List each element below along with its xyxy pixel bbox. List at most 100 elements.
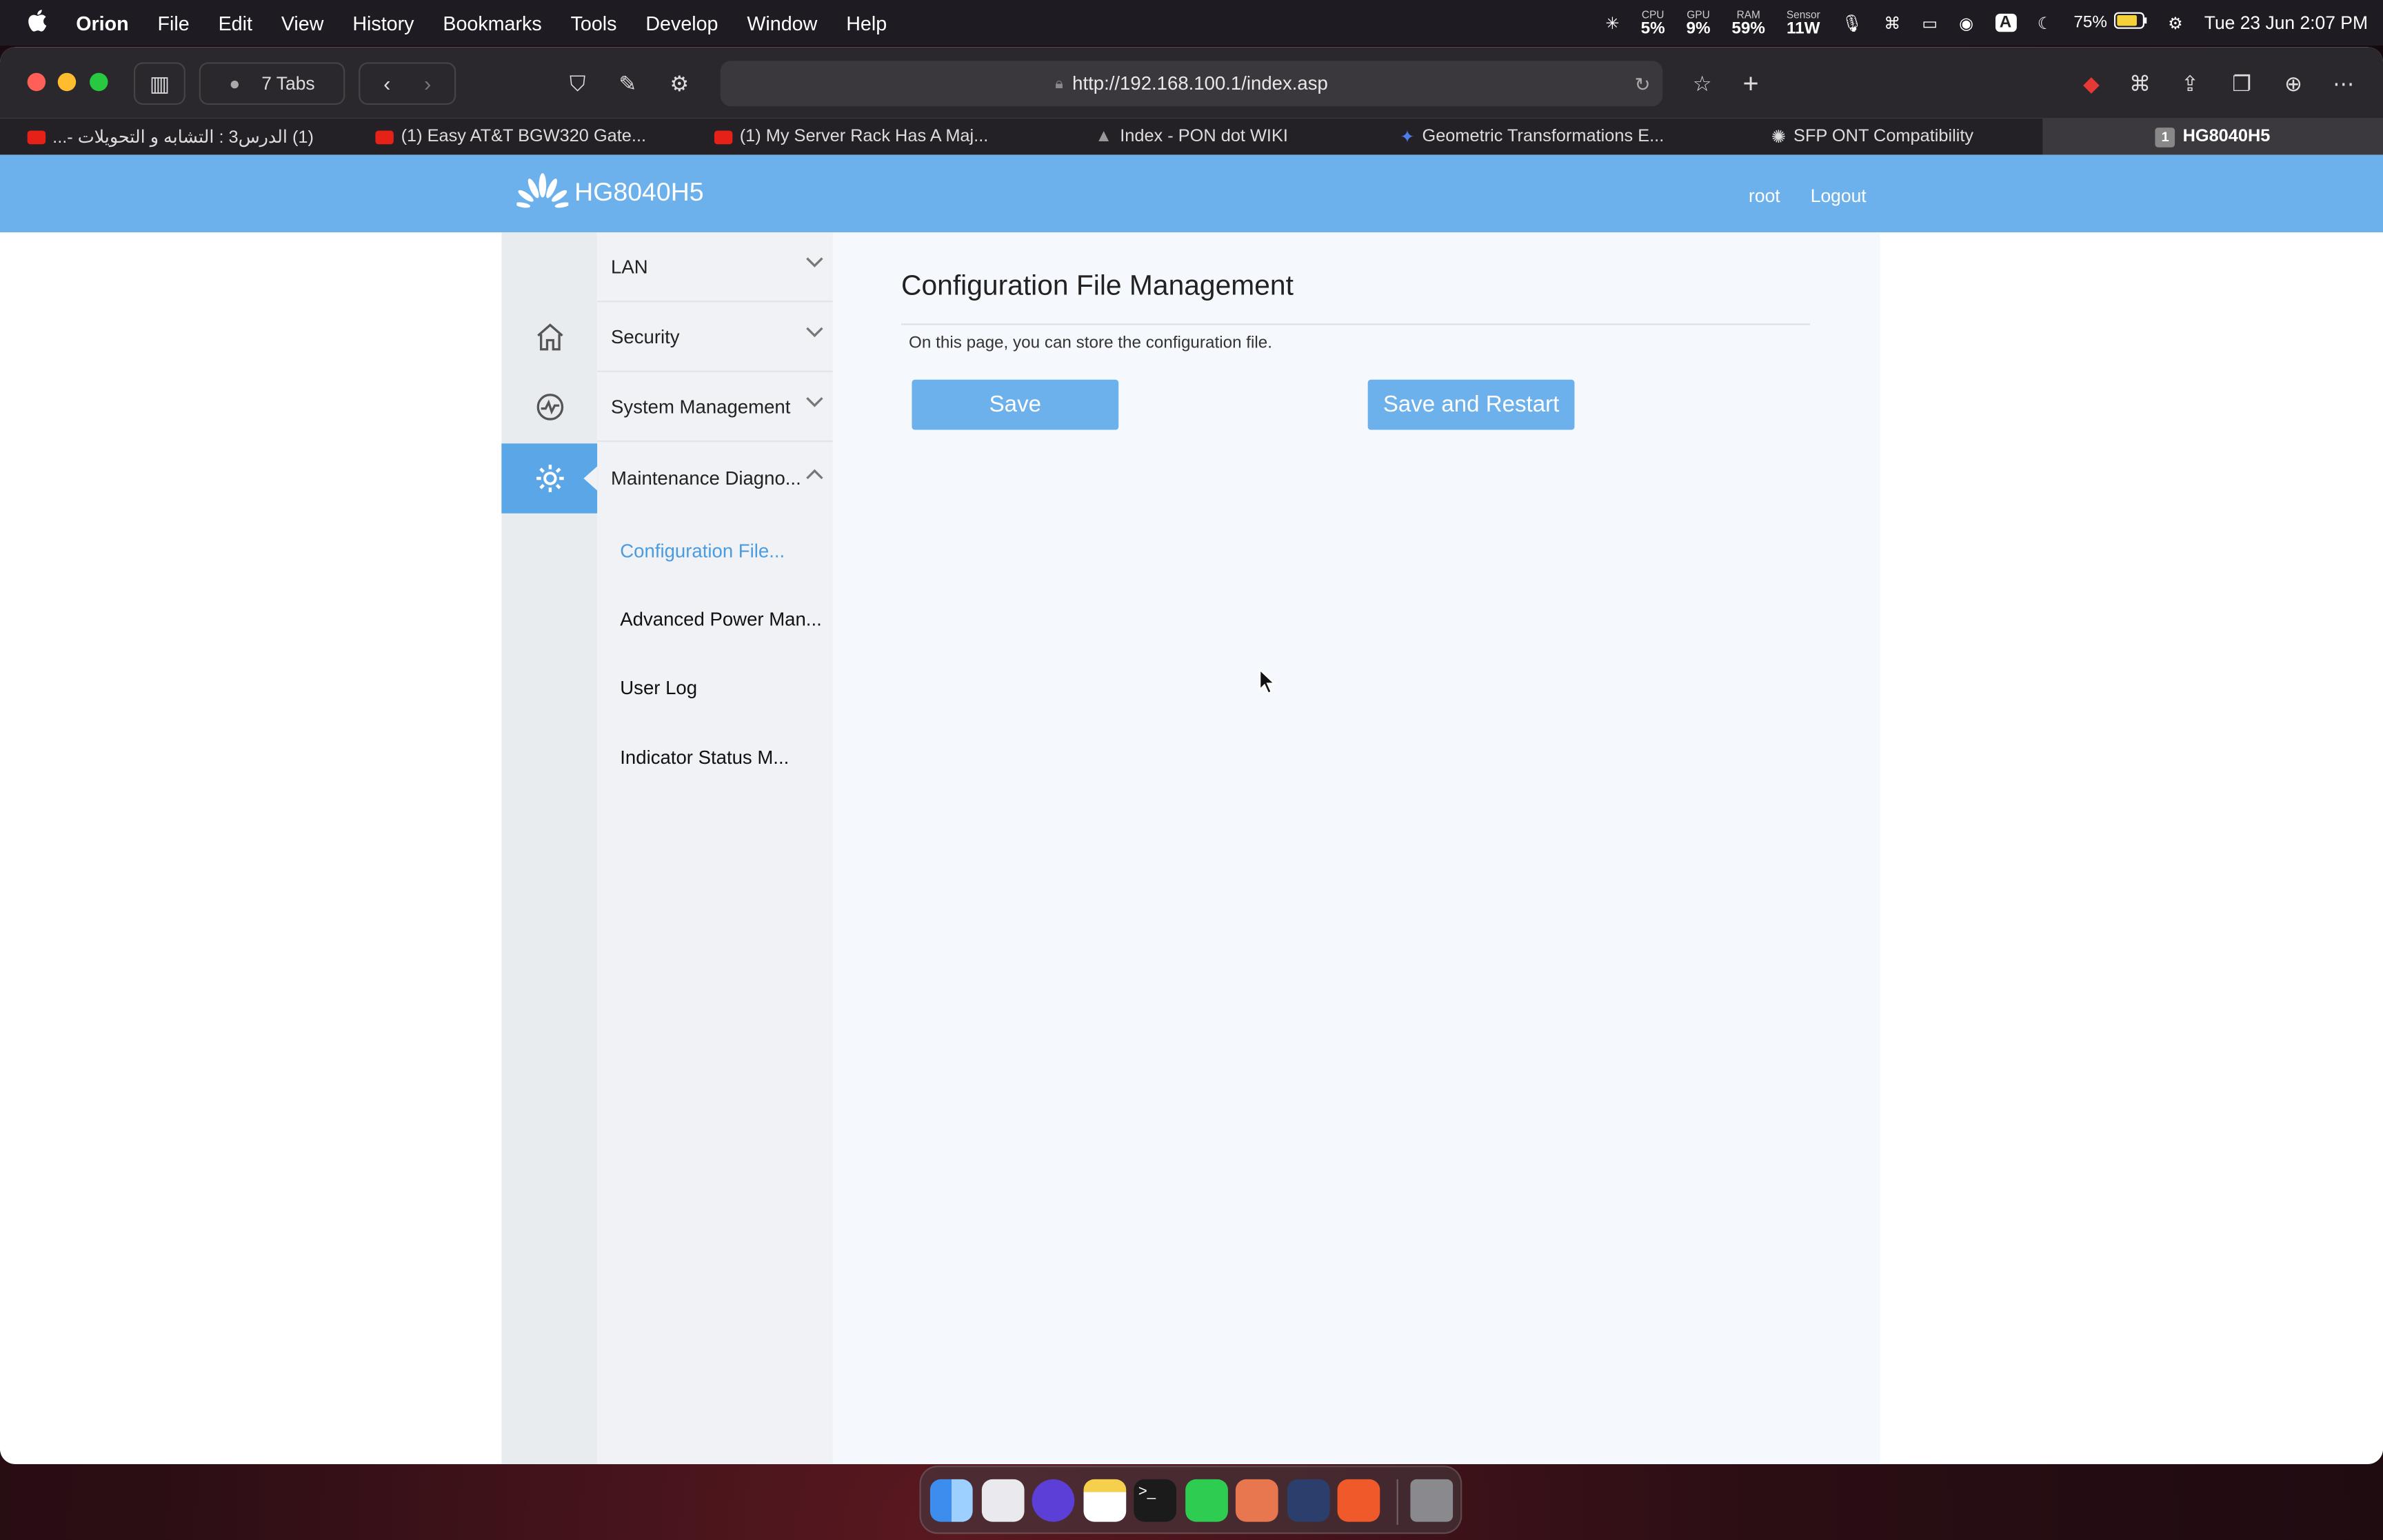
clock[interactable]: Tue 23 Jun 2:07 PM (2204, 12, 2368, 34)
save-button[interactable]: Save (912, 379, 1119, 430)
nav-system-management[interactable]: System Management (597, 372, 833, 443)
menu-edit[interactable]: Edit (219, 12, 252, 34)
claude-icon[interactable] (1235, 1479, 1278, 1522)
settings-nav[interactable] (501, 443, 598, 514)
main-content: Configuration File Management On this pa… (832, 232, 1880, 1464)
tab-overview-button[interactable]: ● 7 Tabs (199, 62, 345, 105)
new-tab-icon[interactable]: + (1733, 62, 1769, 105)
icon-sidebar (501, 232, 598, 1464)
forward-icon: › (423, 71, 432, 96)
tab-5[interactable]: ✦ Geometric Transformations E... (1362, 119, 1702, 155)
input-source-icon[interactable]: A (1995, 13, 2016, 32)
close-window-button[interactable] (27, 72, 46, 92)
ram-stat[interactable]: RAM 59% (1731, 9, 1765, 37)
menu-develop[interactable]: Develop (645, 12, 718, 34)
gear-icon[interactable]: ⚙ (661, 62, 698, 105)
youtube-icon (26, 130, 46, 144)
menu-help[interactable]: Help (846, 12, 887, 34)
sidebar-toggle-icon[interactable]: ▥ (133, 62, 185, 105)
lock-icon: 🔒︎ (1055, 75, 1063, 92)
pulse-icon (536, 394, 563, 421)
subnav-indicator-status[interactable]: Indicator Status M... (620, 747, 789, 769)
shield-icon[interactable]: ⛉ (559, 62, 596, 105)
subnav-advanced-power[interactable]: Advanced Power Man... (620, 609, 822, 630)
home-icon (536, 323, 563, 351)
app-name[interactable]: Orion (76, 12, 128, 34)
url-text[interactable]: http://192.168.100.1/index.asp (1072, 73, 1328, 94)
home-nav[interactable] (501, 302, 597, 372)
browser-toolbar: ▥ ● 7 Tabs ‹ › ⛉ ✎ ⚙ 🔒︎ http://192.168.100… (0, 47, 2383, 119)
sensor-stat[interactable]: Sensor 11W (1787, 9, 1820, 37)
save-and-restart-button[interactable]: Save and Restart (1367, 379, 1575, 430)
menu-bar: Orion File Edit View History Bookmarks T… (0, 0, 2383, 46)
tab-3[interactable]: (1) My Server Rack Has A Maj... (681, 119, 1021, 155)
tab-6[interactable]: ✺ SFP ONT Compatibility (1702, 119, 2043, 155)
tab-2[interactable]: (1) Easy AT&T BGW320 Gate... (341, 119, 681, 155)
sparkle-icon[interactable]: ✳ (1605, 13, 1619, 32)
tab-4[interactable]: ▲ Index - PON dot WIKI (1021, 119, 1362, 155)
page-icon: 1 (2155, 126, 2175, 147)
battery-percent[interactable]: 75% (2073, 14, 2107, 32)
brave-icon[interactable] (1337, 1479, 1380, 1522)
browser-window: ▥ ● 7 Tabs ‹ › ⛉ ✎ ⚙ 🔒︎ http://192.168.100… (0, 47, 2383, 1464)
subnav-configuration-file[interactable]: Configuration File... (620, 540, 785, 562)
cpu-stat[interactable]: CPU 5% (1641, 9, 1665, 37)
router-logo: HG8040H5 (516, 173, 704, 212)
more-icon[interactable]: ⋯ (2325, 62, 2362, 105)
reload-icon[interactable]: ↻ (1635, 72, 1651, 95)
nav-security[interactable]: Security (597, 302, 833, 372)
terminal-icon[interactable]: >_ (1134, 1479, 1176, 1522)
status-nav[interactable] (501, 372, 597, 442)
browser-compass-icon[interactable] (1032, 1479, 1075, 1522)
launchpad-icon[interactable] (981, 1479, 1025, 1522)
nav-lan[interactable]: LAN (597, 232, 833, 303)
finder-icon[interactable] (929, 1479, 973, 1522)
trash-icon[interactable] (1410, 1479, 1454, 1522)
user-link[interactable]: root (1749, 185, 1780, 207)
router-page: HG8040H5 root Logout LAN Security System… (0, 154, 2383, 1464)
menu-window[interactable]: Window (747, 12, 817, 34)
gauge-icon[interactable]: ⌘ (1884, 13, 1900, 32)
tab-1[interactable]: (1) الدرس3 : التشابه و التحويلات -... (0, 119, 341, 155)
router-header: HG8040H5 root Logout (0, 154, 2383, 233)
tabs-icon[interactable]: ❐ (2224, 62, 2260, 105)
menu-bookmarks[interactable]: Bookmarks (443, 12, 541, 34)
gpu-stat[interactable]: GPU 9% (1687, 9, 1711, 37)
notes-icon[interactable] (1083, 1479, 1127, 1522)
back-button[interactable]: ‹ › (359, 62, 456, 105)
gemini-icon: ✦ (1400, 129, 1415, 148)
divider (901, 323, 1811, 325)
subnav-user-log[interactable]: User Log (620, 678, 697, 699)
active-pointer (583, 466, 598, 491)
display-icon[interactable]: ▭ (1922, 13, 1938, 32)
davinci-icon[interactable] (1287, 1479, 1330, 1522)
battery-icon[interactable] (2113, 12, 2146, 34)
extension-2-icon[interactable]: ⌘ (2122, 62, 2158, 105)
moon-icon[interactable]: ☾ (2038, 13, 2053, 32)
youtube-icon (375, 130, 394, 144)
menu-tools[interactable]: Tools (571, 12, 617, 34)
record-icon[interactable]: ◉ (1959, 13, 1973, 32)
chevron-down-icon (806, 327, 823, 338)
apple-icon[interactable] (28, 9, 48, 37)
bookmark-star-icon[interactable]: ☆ (1684, 62, 1720, 105)
control-center-icon[interactable]: ⚙ (2168, 13, 2183, 32)
extension-icon[interactable]: ◆ (2073, 62, 2109, 105)
logout-link[interactable]: Logout (1811, 185, 1867, 207)
wiki-icon: ▲ (1095, 128, 1113, 146)
menu-view[interactable]: View (281, 12, 324, 34)
nav-maintenance-diagnosis[interactable]: Maintenance Diagno... (597, 443, 833, 513)
download-icon[interactable]: ⊕ (2275, 62, 2312, 105)
microphone-icon[interactable]: 🎙 (1842, 13, 1863, 32)
minimize-window-button[interactable] (57, 72, 77, 92)
dock: >_ (919, 1466, 1462, 1534)
brush-icon[interactable]: ✎ (610, 62, 646, 105)
whatsapp-icon[interactable] (1185, 1479, 1228, 1522)
share-icon[interactable]: ⇪ (2172, 62, 2209, 105)
menu-file[interactable]: File (158, 12, 190, 34)
tab-7-active[interactable]: 1 HG8040H5 (2042, 118, 2383, 155)
zoom-window-button[interactable] (90, 72, 108, 92)
address-bar[interactable]: 🔒︎ http://192.168.100.1/index.asp ↻ (720, 61, 1663, 107)
chevron-down-icon (806, 257, 823, 267)
menu-history[interactable]: History (352, 12, 414, 34)
